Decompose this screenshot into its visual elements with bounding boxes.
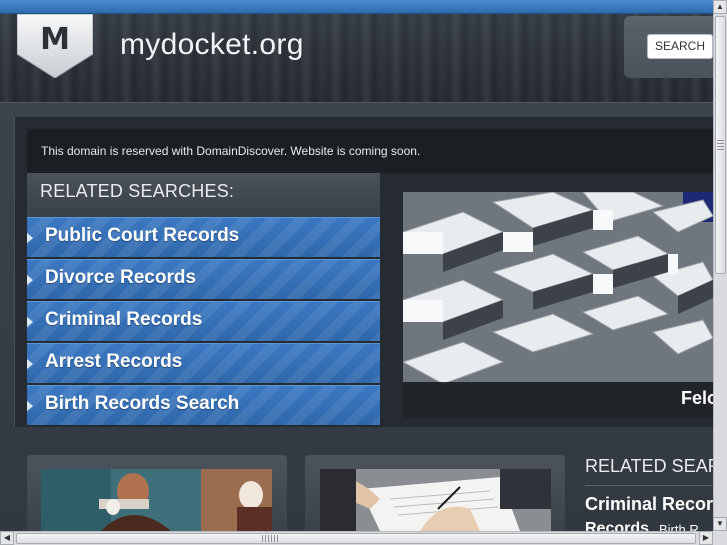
related-searches-list: Public Court Records Divorce Records Cri… [27,217,380,427]
divider [585,485,713,486]
related-search-public-court-records[interactable]: Public Court Records [27,217,380,257]
scroll-right-arrow-icon[interactable]: ▶ [699,531,713,545]
scrollbar-corner [713,531,727,545]
scroll-left-arrow-icon[interactable]: ◀ [0,531,14,545]
scroll-grip-icon [262,535,278,542]
scroll-grip-icon [717,140,724,150]
related-search-criminal-records[interactable]: Criminal Records [27,301,380,341]
related-searches-title: RELATED SEARCHES: [40,181,235,201]
related-search-label: Birth Records Search [45,393,240,414]
related-search-arrest-records[interactable]: Arrest Records [27,343,380,383]
site-header [0,0,713,110]
tile-photo-people[interactable] [41,469,272,531]
related-search-2-criminal-records[interactable]: Criminal Recor [585,494,713,515]
site-title[interactable]: mydocket.org [120,28,304,62]
search-button[interactable]: SEARCH [647,34,713,59]
related-search-label: Criminal Records [45,309,203,330]
related-search-label: Divorce Records [45,267,197,288]
top-accent-stripe [0,0,727,14]
scroll-down-arrow-icon[interactable]: ▼ [713,517,727,531]
horizontal-scroll-thumb[interactable] [16,533,696,544]
feature-caption-bar [403,382,713,418]
logo[interactable]: M [17,14,93,78]
domain-notice: This domain is reserved with DomainDisco… [41,144,421,158]
related-search-divorce-records[interactable]: Divorce Records [27,259,380,299]
related-search-birth-records-search[interactable]: Birth Records Search [27,385,380,425]
tile-photo-signing[interactable] [320,469,551,531]
people-photo [41,469,272,531]
logo-letter: M [40,22,70,57]
signing-document-photo [320,469,551,531]
related-searches-2-title: RELATED SEAR [585,456,721,476]
related-search-label: Public Court Records [45,225,240,246]
related-search-label: Arrest Records [45,351,183,372]
scroll-up-arrow-icon[interactable]: ▲ [713,0,727,14]
